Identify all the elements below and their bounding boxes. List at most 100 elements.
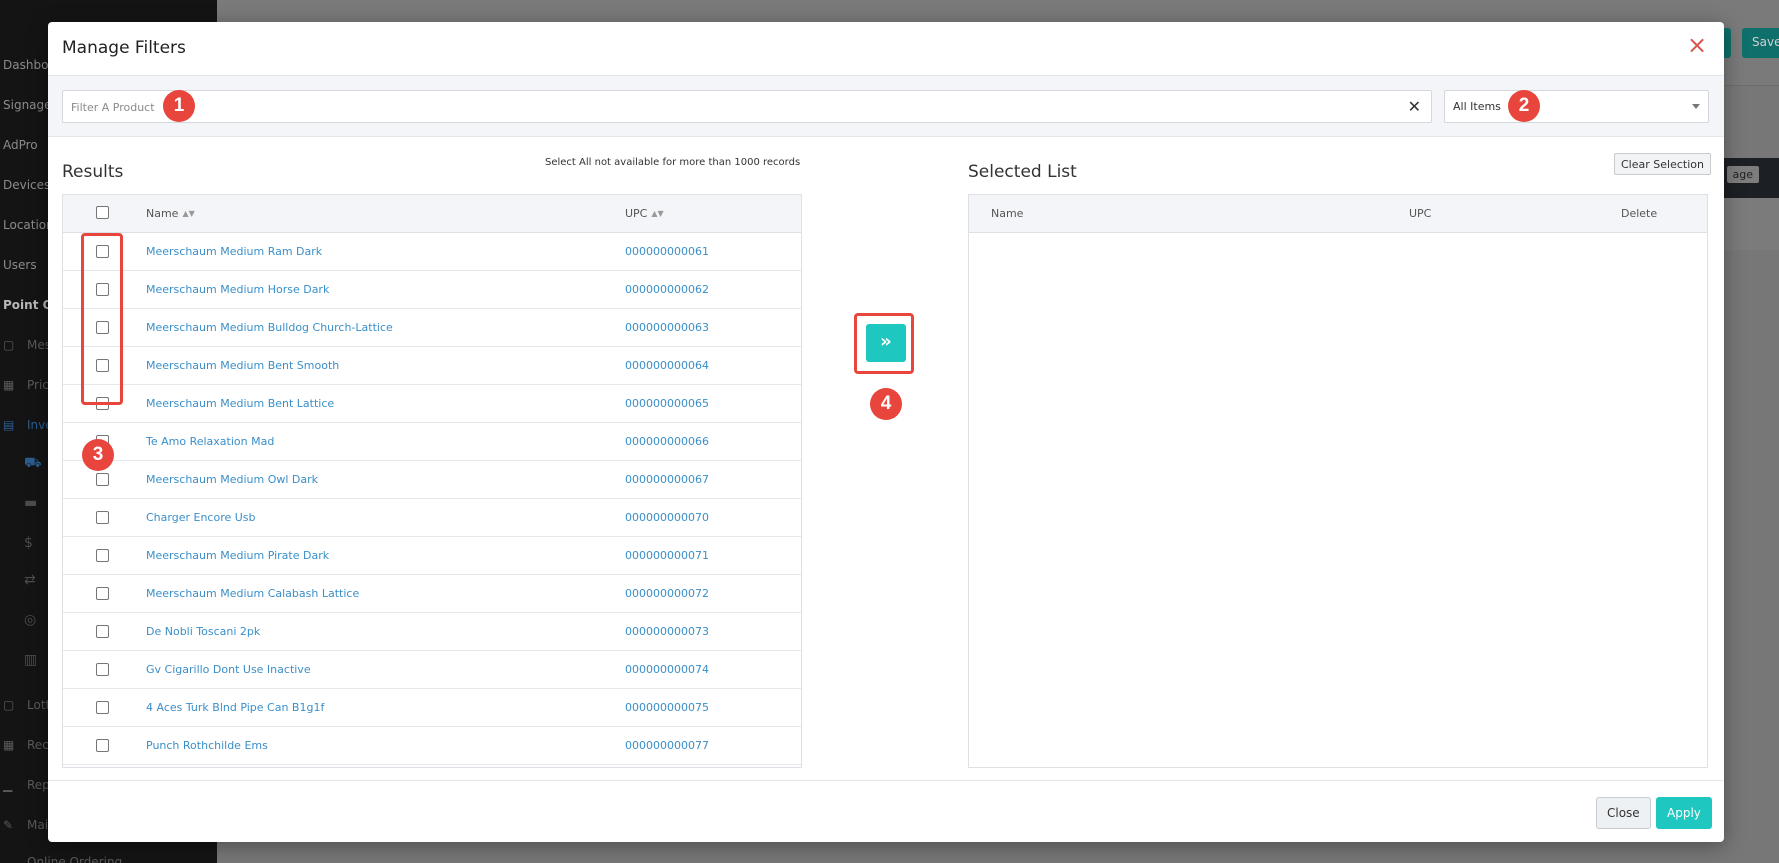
nav-sub-label: Online Ordering <box>27 855 123 863</box>
table-row: Meerschaum Medium Pirate Dark 00000000007… <box>63 537 801 575</box>
wrench-icon: ✎ <box>3 818 14 832</box>
row-upc-link[interactable]: 000000000066 <box>625 435 709 448</box>
row-name-link[interactable]: Gv Cigarillo Dont Use Inactive <box>146 663 311 676</box>
table-row: Gv Cigarillo Dont Use Inactive 0000000000… <box>63 651 801 689</box>
table-row: Meerschaum Medium Ram Dark 000000000061 <box>63 233 801 271</box>
row-upc-link[interactable]: 000000000070 <box>625 511 709 524</box>
row-upc-link[interactable]: 000000000071 <box>625 549 709 562</box>
truck-icon: ▬ <box>24 495 38 511</box>
nav-sub-maintenance: ✎ Mai <box>3 818 48 832</box>
clear-selection-button[interactable]: Clear Selection <box>1614 153 1711 175</box>
table-row: Meerschaum Medium Horse Dark 000000000062 <box>63 271 801 309</box>
table-row: Meerschaum Medium Owl Dark 000000000067 <box>63 461 801 499</box>
sort-icon: ▲▼ <box>651 209 664 218</box>
row-name-link[interactable]: Punch Rothchilde Ems <box>146 739 268 752</box>
apply-button[interactable]: Apply <box>1656 797 1712 829</box>
calculator-icon: ▦ <box>3 378 15 392</box>
row-name-link[interactable]: De Nobli Toscani 2pk <box>146 625 260 638</box>
table-row: Meerschaum Medium Bent Smooth 00000000006… <box>63 347 801 385</box>
row-checkbox[interactable] <box>96 587 109 600</box>
row-upc-link[interactable]: 000000000063 <box>625 321 709 334</box>
background-save-button: Save <box>1742 28 1779 58</box>
item-type-select[interactable]: All Items <box>1444 90 1709 123</box>
nav-adpro: AdPro <box>3 138 38 152</box>
table-row: Te Amo Relaxation Mad 000000000066 <box>63 423 801 461</box>
row-upc-link[interactable]: 000000000074 <box>625 663 709 676</box>
row-upc-link[interactable]: 000000000064 <box>625 359 709 372</box>
item-type-selected: All Items <box>1453 100 1501 113</box>
close-button[interactable]: Close <box>1596 797 1651 829</box>
row-upc-link[interactable]: 000000000062 <box>625 283 709 296</box>
nav-sub-label: Mai <box>27 818 49 832</box>
table-row: Punch Rothchilde Ems 000000000077 <box>63 727 801 765</box>
product-filter-input[interactable] <box>71 97 1371 117</box>
row-name-link[interactable]: Meerschaum Medium Calabash Lattice <box>146 587 359 600</box>
results-column-upc[interactable]: UPC ▲▼ <box>625 207 664 220</box>
background-card-tag: age <box>1726 166 1759 183</box>
row-upc-link[interactable]: 000000000073 <box>625 625 709 638</box>
row-upc-link[interactable]: 000000000065 <box>625 397 709 410</box>
nav-sub-inventory: ▤ Inve <box>3 418 53 432</box>
row-upc-link[interactable]: 000000000072 <box>625 587 709 600</box>
nav-signage: Signage <box>3 98 52 112</box>
row-upc-link[interactable]: 000000000067 <box>625 473 709 486</box>
row-name-link[interactable]: Meerschaum Medium Bent Smooth <box>146 359 339 372</box>
row-name-link[interactable]: 4 Aces Turk Blnd Pipe Can B1g1f <box>146 701 324 714</box>
clear-search-icon[interactable]: ✕ <box>1408 97 1421 116</box>
row-upc-link[interactable]: 000000000075 <box>625 701 709 714</box>
row-checkbox[interactable] <box>96 625 109 638</box>
row-checkbox[interactable] <box>96 701 109 714</box>
row-name-link[interactable]: Meerschaum Medium Ram Dark <box>146 245 322 258</box>
select-all-checkbox[interactable] <box>96 206 109 219</box>
row-upc-link[interactable]: 000000000077 <box>625 739 709 752</box>
row-upc-link[interactable]: 000000000061 <box>625 245 709 258</box>
row-checkbox[interactable] <box>96 549 109 562</box>
nav-sub-label: Rep <box>27 778 50 792</box>
row-name-link[interactable]: Meerschaum Medium Bulldog Church-Lattice <box>146 321 393 334</box>
nav-sub-label: Lott <box>27 698 51 712</box>
modal-title: Manage Filters <box>62 38 186 58</box>
table-row: Meerschaum Medium Bent Lattice 0000000000… <box>63 385 801 423</box>
results-column-name[interactable]: Name ▲▼ <box>146 207 195 220</box>
row-checkbox[interactable] <box>96 739 109 752</box>
message-icon: ▢ <box>3 338 15 352</box>
row-name-link[interactable]: Meerschaum Medium Horse Dark <box>146 283 329 296</box>
grid-icon: ▦ <box>3 738 15 752</box>
scale-icon: ◎ <box>24 612 37 628</box>
row-name-link[interactable]: Meerschaum Medium Owl Dark <box>146 473 318 486</box>
row-name-link[interactable]: Meerschaum Medium Bent Lattice <box>146 397 334 410</box>
row-checkbox[interactable] <box>96 511 109 524</box>
transfer-icon: ⇄ <box>24 572 36 588</box>
row-name-link[interactable]: Te Amo Relaxation Mad <box>146 435 274 448</box>
modal-footer: Close Apply <box>48 780 1724 842</box>
close-icon[interactable]: × <box>1686 33 1708 57</box>
inventory-icon: ▤ <box>3 418 15 432</box>
select-all-note: Select All not available for more than 1… <box>545 157 801 168</box>
results-table-header: Name ▲▼ UPC ▲▼ <box>63 195 801 233</box>
nav-sub-receipts: ▦ Rec <box>3 738 49 752</box>
lottery-icon: ▢ <box>3 698 15 712</box>
table-row: De Nobli Toscani 2pk 000000000073 <box>63 613 801 651</box>
nav-sub-lottery: ▢ Lott <box>3 698 50 712</box>
layers-icon: ▥ <box>24 652 38 668</box>
nav-sub-label: Pric <box>27 378 49 392</box>
row-name-link[interactable]: Charger Encore Usb <box>146 511 256 524</box>
selected-table-header: Name UPC Delete <box>969 195 1707 233</box>
nav-sub-online-ordering: Online Ordering <box>3 855 122 863</box>
manage-filters-modal: Manage Filters × ✕ All Items Results Sel… <box>48 22 1724 842</box>
nav-sub-label: Rec <box>27 738 49 752</box>
move-to-selected-button[interactable]: » <box>866 324 906 362</box>
chart-icon: ▁ <box>3 778 13 792</box>
table-row: Charger Encore Usb 000000000070 <box>63 499 801 537</box>
row-name-link[interactable]: Meerschaum Medium Pirate Dark <box>146 549 329 562</box>
table-row: Meerschaum Medium Bulldog Church-Lattice… <box>63 309 801 347</box>
column-label: Name <box>146 207 179 220</box>
nav-users: Users <box>3 258 37 272</box>
column-label: UPC <box>625 207 648 220</box>
selected-column-delete: Delete <box>1621 207 1658 220</box>
row-checkbox[interactable] <box>96 473 109 486</box>
annotation-badge-2: 2 <box>1508 90 1540 122</box>
table-row: 4 Aces Turk Blnd Pipe Can B1g1f 000000000… <box>63 689 801 727</box>
cart-icon: ⛟ <box>24 455 42 471</box>
row-checkbox[interactable] <box>96 663 109 676</box>
